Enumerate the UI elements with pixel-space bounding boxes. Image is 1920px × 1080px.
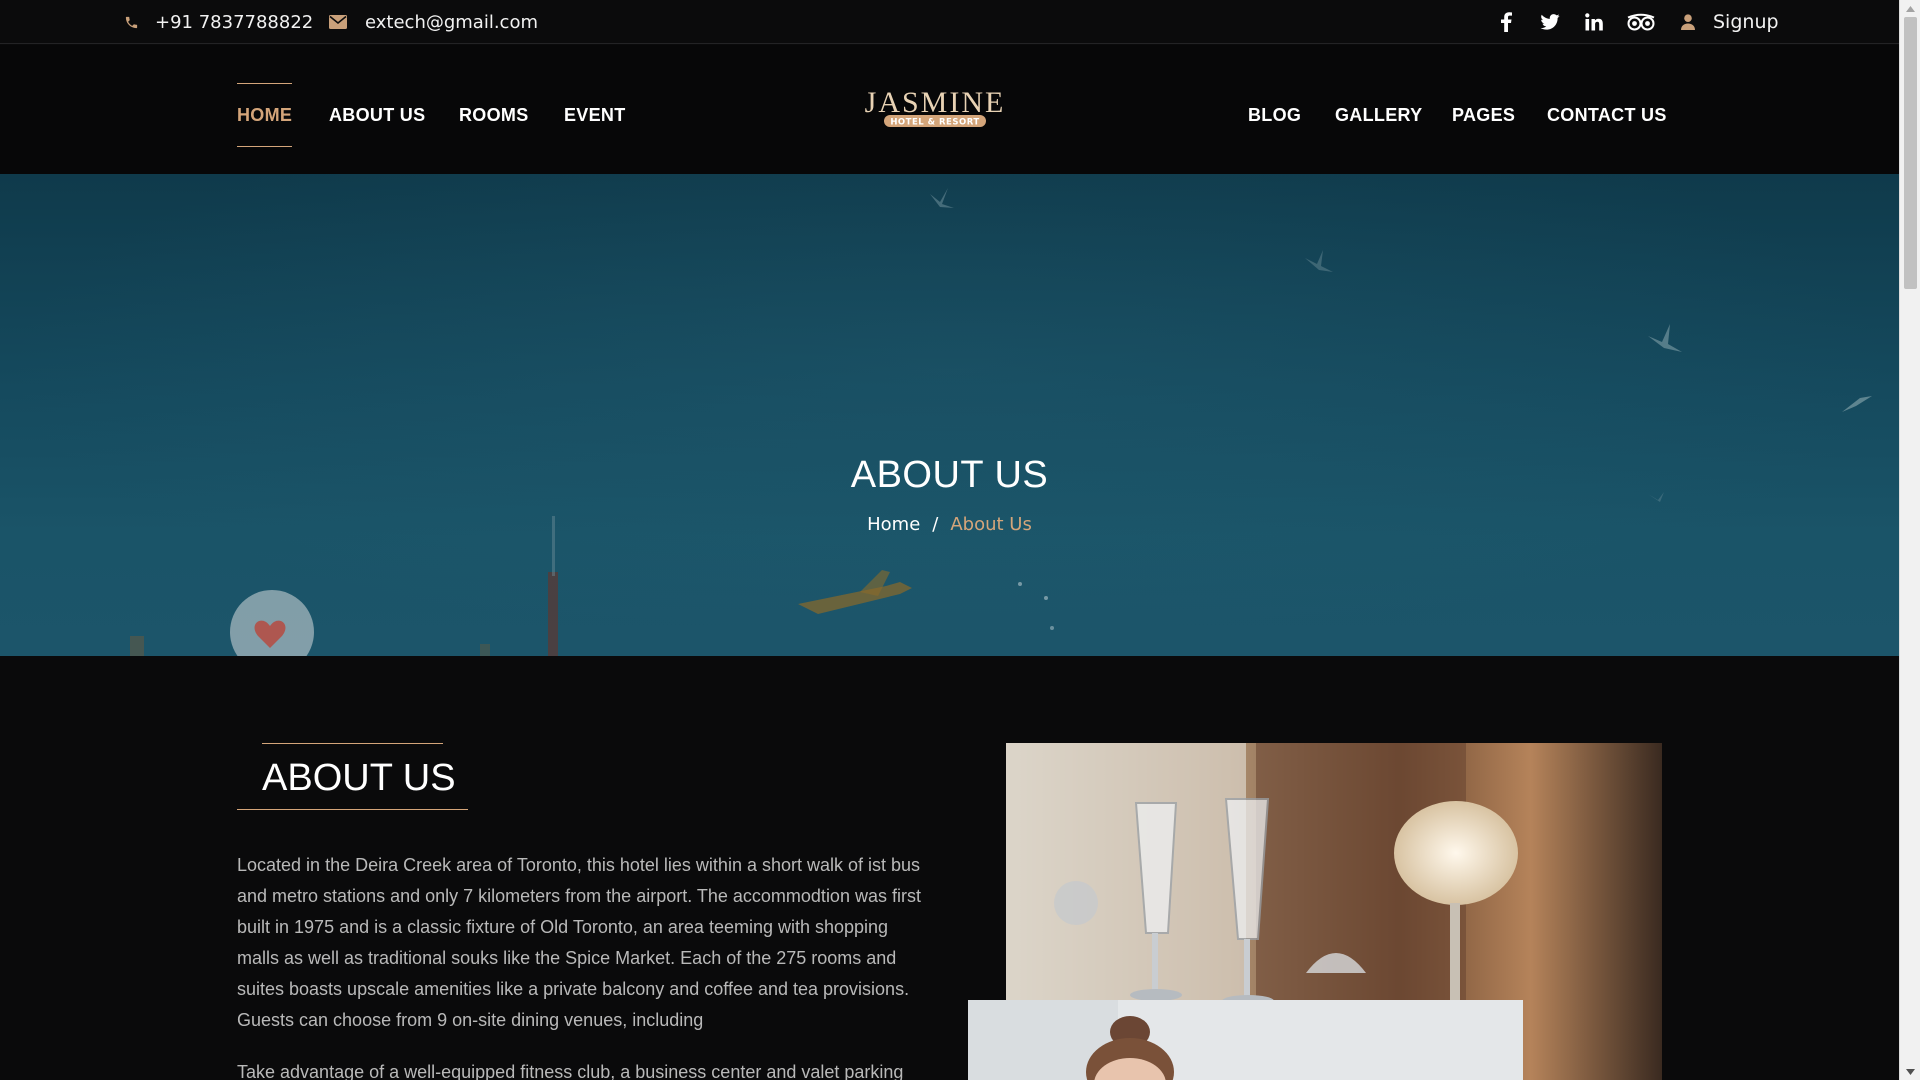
nav-rooms[interactable]: ROOMS <box>459 83 529 147</box>
user-icon <box>1677 11 1699 33</box>
logo-tagline: HOTEL & RESORT <box>890 118 979 128</box>
about-heading-block: ABOUT US <box>237 743 468 810</box>
scrollbar-thumb[interactable] <box>1904 17 1917 289</box>
about-heading: ABOUT US <box>262 757 456 799</box>
nav-pages[interactable]: PAGES <box>1452 83 1515 147</box>
phone-icon <box>124 15 139 30</box>
main-navigation: HOME ABOUT US ROOMS EVENT JASMINE HOTEL … <box>0 45 1899 174</box>
about-paragraph-2: Take advantage of a well-equipped fitnes… <box>237 1062 904 1080</box>
page-banner: ABOUT US Home / About Us <box>0 174 1899 656</box>
page-title: ABOUT US <box>850 454 1049 496</box>
email-contact[interactable]: extech@gmail.com <box>329 0 538 44</box>
envelope-icon <box>329 15 347 29</box>
signup-link[interactable]: Signup <box>1713 11 1779 33</box>
breadcrumb-current: About Us <box>950 514 1032 535</box>
scroll-up-arrow-icon[interactable] <box>1900 0 1920 17</box>
page-scrollbar[interactable] <box>1899 0 1920 1080</box>
top-bar: +91 7837788822 extech@gmail.com Signup <box>0 0 1899 44</box>
breadcrumb-home[interactable]: Home <box>867 514 920 535</box>
scroll-down-arrow-icon[interactable] <box>1900 1063 1920 1080</box>
nav-contact-us[interactable]: CONTACT US <box>1547 83 1667 147</box>
linkedin-icon[interactable] <box>1583 11 1605 33</box>
about-image-portrait <box>968 1000 1523 1080</box>
breadcrumb: Home / About Us <box>0 514 1899 535</box>
nav-about-us[interactable]: ABOUT US <box>329 83 425 147</box>
heading-accent-line <box>262 743 443 744</box>
twitter-icon[interactable] <box>1539 11 1561 33</box>
nav-event[interactable]: EVENT <box>564 83 626 147</box>
email-address: extech@gmail.com <box>365 11 539 33</box>
breadcrumb-separator: / <box>932 514 939 535</box>
nav-gallery[interactable]: GALLERY <box>1335 83 1422 147</box>
about-paragraph-1: Located in the Deira Creek area of Toron… <box>237 855 921 1030</box>
logo-wordmark: JASMINE <box>865 86 1006 119</box>
tripadvisor-icon[interactable] <box>1627 11 1655 33</box>
phone-number: +91 7837788822 <box>155 11 314 33</box>
nav-blog[interactable]: BLOG <box>1248 83 1301 147</box>
phone-contact[interactable]: +91 7837788822 <box>124 0 313 44</box>
banner-background-art <box>130 188 1872 656</box>
site-logo[interactable]: JASMINE HOTEL & RESORT <box>862 85 1008 133</box>
social-links: Signup <box>1495 0 1779 44</box>
facebook-icon[interactable] <box>1495 11 1517 33</box>
nav-home[interactable]: HOME <box>237 83 293 147</box>
